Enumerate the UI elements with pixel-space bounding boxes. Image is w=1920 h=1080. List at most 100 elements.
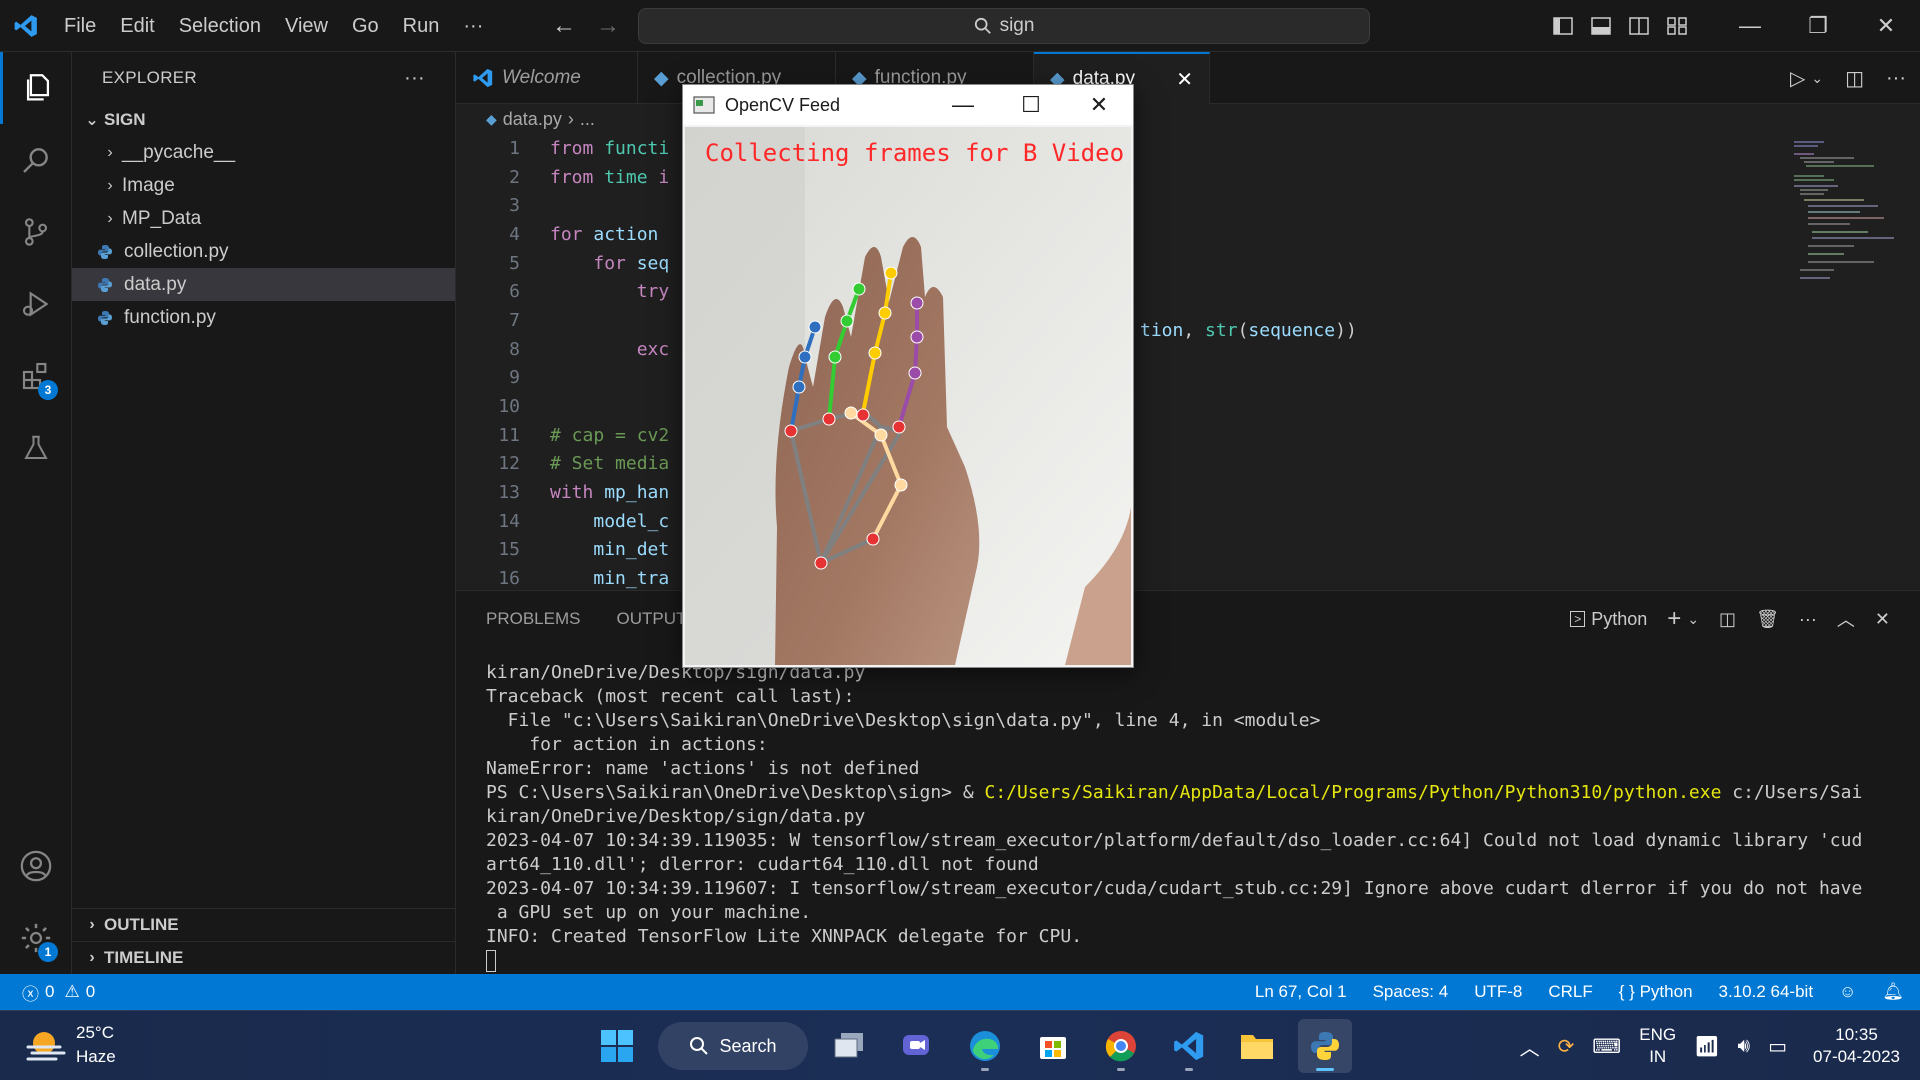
menu-edit[interactable]: Edit — [108, 0, 166, 52]
task-view-button[interactable] — [822, 1019, 876, 1073]
outline-section[interactable]: › OUTLINE — [72, 908, 456, 941]
chrome-button[interactable] — [1094, 1019, 1148, 1073]
minimap[interactable] — [1794, 136, 1904, 336]
breadcrumb-file[interactable]: data.py — [503, 109, 562, 130]
forward-arrow-icon[interactable]: → — [596, 12, 620, 40]
opencv-minimize-icon[interactable]: — — [929, 85, 997, 125]
menu-go[interactable]: Go — [340, 0, 391, 52]
run-python-icon[interactable]: ▷ — [1790, 66, 1805, 91]
extensions-icon[interactable]: 3 — [0, 340, 72, 412]
line-number: 15 — [498, 539, 520, 561]
split-terminal-icon[interactable]: ◫ — [1719, 609, 1736, 630]
opencv-maximize-icon[interactable]: ☐ — [997, 85, 1065, 125]
more-actions-icon[interactable]: ··· — [1886, 67, 1906, 90]
vscode-taskbar-button[interactable] — [1162, 1019, 1216, 1073]
extensions-badge: 3 — [38, 380, 58, 400]
line-ending[interactable]: CRLF — [1548, 982, 1592, 1002]
tab-welcome[interactable]: Welcome — [456, 52, 638, 104]
indentation[interactable]: Spaces: 4 — [1373, 982, 1449, 1002]
search-icon — [974, 17, 991, 34]
menu-view[interactable]: View — [273, 0, 340, 52]
teams-chat-button[interactable] — [890, 1019, 944, 1073]
taskbar-search[interactable]: Search — [658, 1022, 808, 1070]
language-mode[interactable]: { } Python — [1619, 982, 1693, 1002]
file-explorer-button[interactable] — [1230, 1019, 1284, 1073]
tree-folder-image[interactable]: › Image — [72, 169, 455, 202]
weather-widget[interactable]: 25°C Haze — [26, 1021, 116, 1069]
toggle-secondary-sidebar-icon[interactable] — [1620, 0, 1658, 52]
testing-flask-icon[interactable] — [0, 412, 72, 484]
problems-indicator[interactable]: ⓧ 0 ⚠ 0 — [0, 980, 95, 1005]
vscode-logo-icon[interactable] — [0, 0, 52, 52]
opencv-close-icon[interactable]: ✕ — [1065, 85, 1133, 125]
menu-selection[interactable]: Selection — [167, 0, 273, 52]
tree-file-collection[interactable]: collection.py — [72, 235, 455, 268]
code-view[interactable]: 1 from functi 2 from time i 3 4 for action … — [456, 134, 1920, 593]
tree-folder-mp-data[interactable]: › MP_Data — [72, 202, 455, 235]
breadcrumb-rest[interactable]: ... — [580, 109, 595, 130]
close-tab-icon[interactable]: ✕ — [1176, 67, 1193, 92]
language-indicator[interactable]: ENG IN — [1639, 1024, 1676, 1068]
edge-browser-button[interactable] — [958, 1019, 1012, 1073]
keyboard-icon[interactable]: ⌨ — [1592, 1034, 1621, 1059]
trash-icon[interactable]: 🗑︎ — [1756, 609, 1779, 630]
tab-output[interactable]: OUTPUT — [616, 609, 686, 629]
encoding[interactable]: UTF-8 — [1474, 982, 1522, 1002]
toggle-sidebar-icon[interactable] — [1544, 0, 1582, 52]
settings-gear-icon[interactable]: 1 — [0, 902, 72, 974]
more-actions-icon[interactable]: ··· — [1799, 609, 1817, 630]
account-icon[interactable] — [0, 830, 72, 902]
tree-file-data[interactable]: data.py — [72, 268, 455, 301]
opencv-window[interactable]: OpenCV Feed — ☐ ✕ Collecting frames for … — [682, 84, 1134, 668]
tree-folder-pycache[interactable]: › __pycache__ — [72, 136, 455, 169]
cursor-position[interactable]: Ln 67, Col 1 — [1255, 982, 1347, 1002]
minimize-window-icon[interactable]: — — [1716, 0, 1784, 52]
editor-area: Welcome ◆ collection.py ◆ function.py ◆ … — [456, 52, 1920, 589]
chevron-down-icon[interactable]: ⌄ — [1687, 611, 1699, 628]
wifi-icon[interactable]: 📶︎ — [1694, 1034, 1719, 1059]
workspace-folder[interactable]: ⌄ SIGN — [72, 104, 455, 136]
source-control-icon[interactable] — [0, 196, 72, 268]
split-editor-icon[interactable]: ◫ — [1845, 66, 1864, 91]
tab-problems[interactable]: PROBLEMS — [486, 609, 580, 629]
code-text: try — [636, 281, 670, 303]
start-button[interactable] — [590, 1019, 644, 1073]
weather-text: 25°C Haze — [76, 1021, 116, 1069]
back-arrow-icon[interactable]: ← — [552, 12, 576, 40]
restore-window-icon[interactable]: ❐ — [1784, 0, 1852, 52]
show-hidden-icons-chevron-icon[interactable]: ︿ — [1520, 1032, 1540, 1061]
store-icon — [1040, 1037, 1066, 1059]
python-interpreter[interactable]: 3.10.2 64-bit — [1719, 982, 1814, 1002]
run-debug-icon[interactable] — [0, 268, 72, 340]
python-app-button[interactable] — [1298, 1019, 1352, 1073]
opencv-title-bar[interactable]: OpenCV Feed — ☐ ✕ — [683, 85, 1133, 125]
battery-icon[interactable]: ▭ — [1768, 1034, 1787, 1059]
running-indicator — [1316, 1068, 1334, 1071]
code-text: with mp_han — [550, 482, 670, 504]
terminal-profile-label[interactable]: Python — [1591, 609, 1647, 630]
maximize-panel-icon[interactable]: ︿ — [1837, 606, 1855, 632]
sync-icon[interactable]: ⟳ — [1558, 1034, 1575, 1059]
feedback-icon[interactable]: ☺ — [1839, 982, 1856, 1002]
menu-more[interactable]: ··· — [451, 0, 495, 52]
notifications-bell-icon[interactable]: 🔔︎ — [1882, 982, 1904, 1002]
volume-icon[interactable]: 🔊︎ — [1738, 1035, 1751, 1058]
menu-file[interactable]: File — [52, 0, 108, 52]
new-terminal-icon[interactable]: + — [1667, 605, 1681, 633]
explorer-icon[interactable] — [0, 52, 72, 124]
microsoft-store-button[interactable] — [1026, 1019, 1080, 1073]
command-center-search[interactable]: sign — [638, 8, 1370, 44]
customize-layout-icon[interactable] — [1658, 0, 1696, 52]
toggle-panel-icon[interactable] — [1582, 0, 1620, 52]
terminal-output[interactable]: kiran/OneDrive/Desktop/sign/data.py Trac… — [486, 661, 1862, 973]
menu-run[interactable]: Run — [391, 0, 452, 52]
close-panel-icon[interactable]: ✕ — [1875, 609, 1890, 630]
tree-file-function[interactable]: function.py — [72, 301, 455, 334]
line-number: 1 — [509, 137, 520, 159]
explorer-more-button[interactable]: ··· — [404, 67, 425, 90]
chevron-down-icon[interactable]: ⌄ — [1811, 70, 1823, 87]
search-icon[interactable] — [0, 124, 72, 196]
clock[interactable]: 10:35 07-04-2023 — [1813, 1024, 1900, 1068]
close-window-icon[interactable]: ✕ — [1852, 0, 1920, 52]
timeline-section[interactable]: › TIMELINE — [72, 941, 456, 974]
